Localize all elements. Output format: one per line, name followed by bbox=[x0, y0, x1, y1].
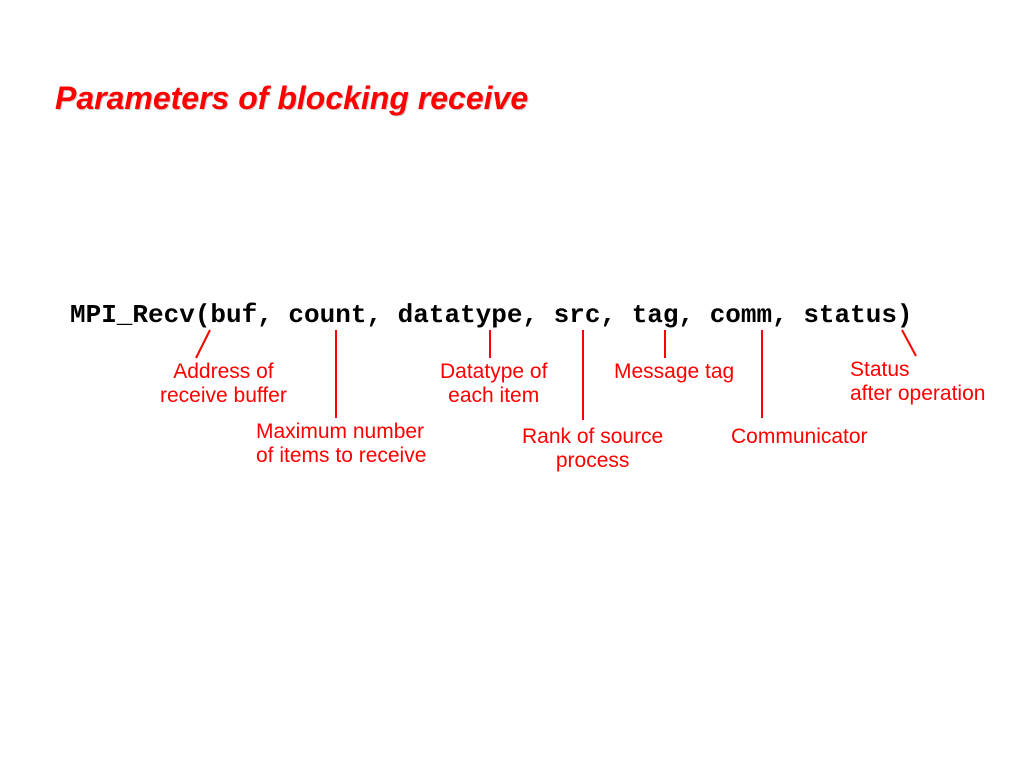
slide-title: Parameters of blocking receive bbox=[55, 80, 528, 117]
annotation-tag: Message tag bbox=[614, 360, 734, 384]
annotation-count: Maximum numberof items to receive bbox=[256, 420, 426, 468]
annotation-comm: Communicator bbox=[731, 425, 868, 449]
code-signature: MPI_Recv(buf, count, datatype, src, tag,… bbox=[70, 300, 913, 330]
annotation-src: Rank of sourceprocess bbox=[522, 425, 663, 473]
annotation-datatype: Datatype ofeach item bbox=[440, 360, 547, 408]
annotation-status: Statusafter operation bbox=[850, 358, 985, 406]
annotation-buf: Address ofreceive buffer bbox=[160, 360, 287, 408]
